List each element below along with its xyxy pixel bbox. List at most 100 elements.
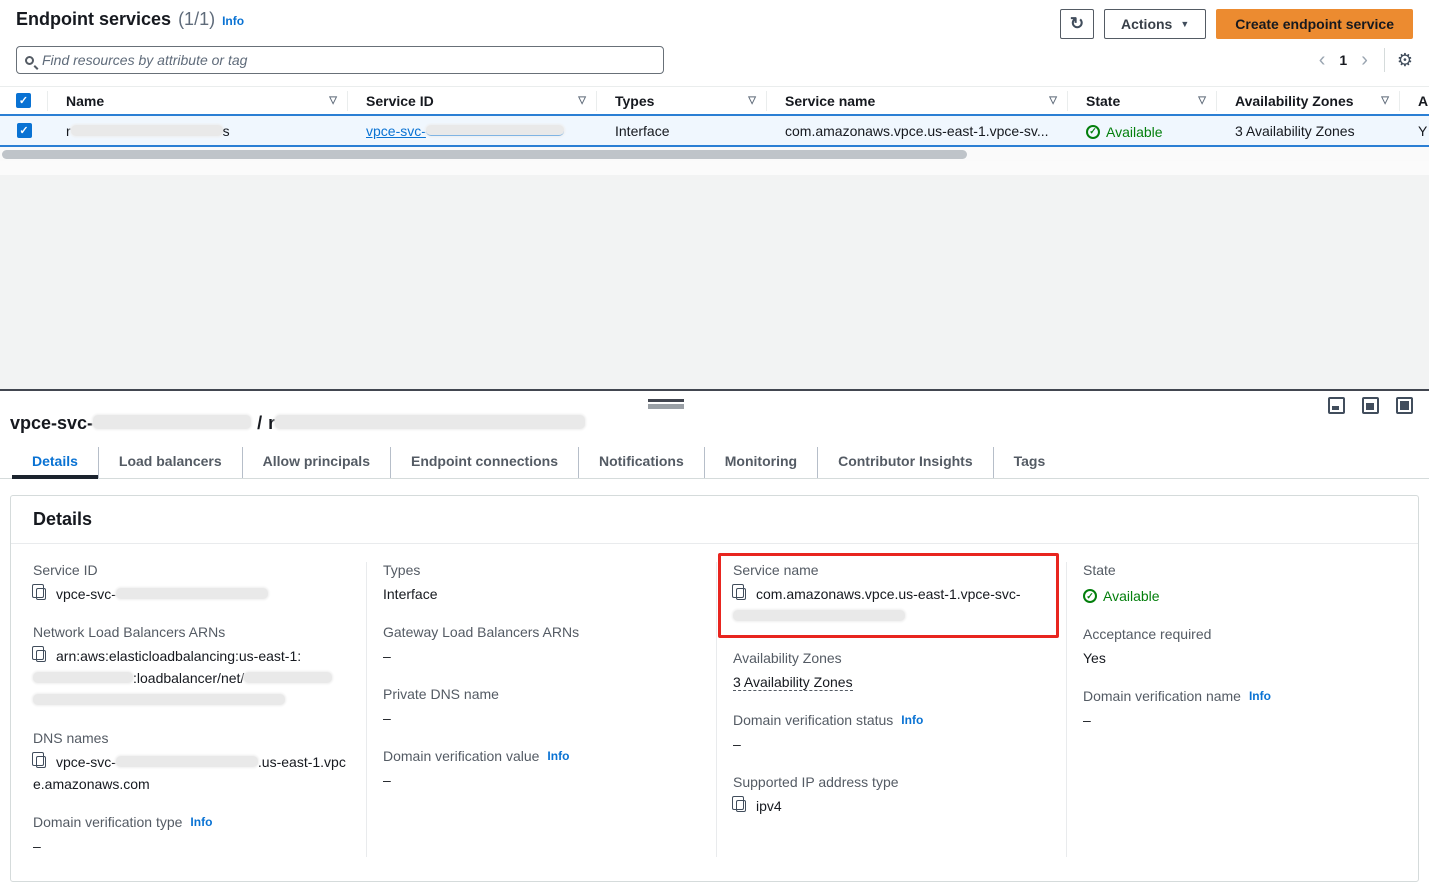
redacted-text [71,125,223,136]
split-panel-drag-handle[interactable] [648,399,684,409]
table-row[interactable]: ✓ rs vpce-svc- Interface com.amazonaws.v… [0,114,1429,147]
tab-load-balancers[interactable]: Load balancers [98,447,242,478]
field-value: – [33,835,346,857]
list-header: Endpoint services (1/1) Info ↻ Actions ▼… [0,0,1429,39]
info-link[interactable]: Info [1249,689,1271,703]
tab-endpoint-connections[interactable]: Endpoint connections [390,447,578,478]
tab-monitoring[interactable]: Monitoring [704,447,817,478]
cell-service-id: vpce-svc- [348,123,597,139]
copy-icon[interactable] [36,650,46,662]
column-header-availability-zones: Availability Zones [1235,93,1354,109]
field-value: – [383,769,696,791]
field-label: State [1083,562,1398,578]
service-id-link[interactable]: vpce-svc- [366,123,564,139]
copy-icon[interactable] [36,588,46,600]
page-number[interactable]: 1 [1335,52,1351,68]
tab-contributor-insights[interactable]: Contributor Insights [817,447,993,478]
nlb-arn-part1: arn:aws:elasticloadbalancing:us-east-1: [56,648,301,664]
pagination: ‹ 1 › ⚙ [1315,48,1413,72]
field-value: Interface [383,583,696,605]
refresh-button[interactable]: ↻ [1060,9,1094,39]
cell-acceptance: Y [1400,123,1429,139]
panel-size-medium-icon[interactable] [1362,397,1379,414]
endpoint-services-list-section: Endpoint services (1/1) Info ↻ Actions ▼… [0,0,1429,161]
create-endpoint-service-button[interactable]: Create endpoint service [1216,9,1413,39]
details-card: Details Service ID vpce-svc- Network Loa… [10,495,1419,882]
state-value: Available [1103,585,1160,607]
field-value: – [1083,709,1398,731]
service-name-value: com.amazonaws.vpce.us-east-1.vpce-svc- [756,586,1021,602]
panel-title: vpce-svc-/r [0,391,1429,434]
search-input[interactable] [42,52,655,68]
field-label: Acceptance required [1083,626,1398,642]
redacted-text [93,415,251,429]
search-icon [25,56,34,65]
redacted-text [116,756,258,767]
tab-details[interactable]: Details [12,447,98,479]
tab-allow-principals[interactable]: Allow principals [242,447,390,478]
field-value: – [383,707,696,729]
tab-tags[interactable]: Tags [993,447,1066,478]
service-id-prefix: vpce-svc- [366,123,426,139]
table-header-row: ✓ Name▽ Service ID▽ Types▽ Service name▽… [0,87,1429,114]
field-domain-verification-value: Domain verification valueInfo – [383,748,696,791]
filter-icon[interactable]: ▽ [329,95,337,106]
search-box[interactable] [16,46,664,74]
details-card-title: Details [11,496,1418,544]
field-private-dns-name: Private DNS name – [383,686,696,729]
field-label: Service ID [33,562,346,578]
prev-page-button[interactable]: ‹ [1315,50,1330,70]
copy-icon[interactable] [736,800,746,812]
horizontal-scrollbar-thumb[interactable] [2,150,967,159]
field-service-name: Service name com.amazonaws.vpce.us-east-… [733,562,1046,627]
filter-icon[interactable]: ▽ [1198,95,1206,106]
filter-icon[interactable]: ▽ [1381,95,1389,106]
filter-icon[interactable]: ▽ [1049,95,1057,106]
filter-icon[interactable]: ▽ [578,95,586,106]
redacted-text [33,694,285,705]
panel-title-separator: / [257,413,262,433]
detail-split-panel: vpce-svc-/r Details Load balancers Allow… [0,389,1429,879]
availability-zones-popover-trigger[interactable]: 3 Availability Zones [733,674,853,691]
page-title: Endpoint services [16,9,171,30]
field-domain-verification-name: Domain verification name Info – [1083,688,1398,731]
column-header-types: Types [615,93,654,109]
info-link[interactable]: Info [901,713,923,727]
copy-icon[interactable] [736,588,746,600]
availability-zones-popover-trigger[interactable]: 3 Availability Zones [1235,123,1355,139]
field-label: Domain verification name [1083,688,1241,704]
next-page-button[interactable]: › [1357,50,1372,70]
column-header-service-id: Service ID [366,93,434,109]
field-label: DNS names [33,730,346,746]
nlb-arn-part2: :loadbalancer/net/ [133,670,244,686]
copy-icon[interactable] [36,756,46,768]
field-domain-verification-type: Domain verification typeInfo – [33,814,346,857]
field-value: – [733,733,1046,755]
actions-dropdown-button[interactable]: Actions ▼ [1104,9,1206,39]
panel-size-small-icon[interactable] [1328,397,1345,414]
filter-icon[interactable]: ▽ [748,95,756,106]
panel-title-id-prefix: vpce-svc- [10,413,93,433]
detail-tabs: Details Load balancers Allow principals … [0,447,1429,479]
field-label: Gateway Load Balancers ARNs [383,624,696,640]
header-info-link[interactable]: Info [222,14,244,28]
row-checkbox[interactable]: ✓ [17,123,32,138]
info-link[interactable]: Info [190,815,212,829]
field-value: Yes [1083,647,1398,669]
tab-notifications[interactable]: Notifications [578,447,704,478]
panel-size-large-icon[interactable] [1396,397,1413,414]
field-label: Supported IP address type [733,774,1046,790]
horizontal-scrollbar [0,147,1429,161]
field-types: Types Interface [383,562,696,605]
cell-types: Interface [597,123,767,139]
field-glb-arns: Gateway Load Balancers ARNs – [383,624,696,667]
cell-name: rs [48,123,348,139]
select-all-checkbox[interactable]: ✓ [16,93,31,108]
details-column-3: Service name com.amazonaws.vpce.us-east-… [717,562,1067,857]
settings-gear-icon[interactable]: ⚙ [1397,50,1413,71]
info-link[interactable]: Info [547,749,569,763]
list-toolbar: ‹ 1 › ⚙ [0,39,1429,74]
field-label: Types [383,562,696,578]
details-column-2: Types Interface Gateway Load Balancers A… [367,562,717,857]
field-label: Network Load Balancers ARNs [33,624,346,640]
